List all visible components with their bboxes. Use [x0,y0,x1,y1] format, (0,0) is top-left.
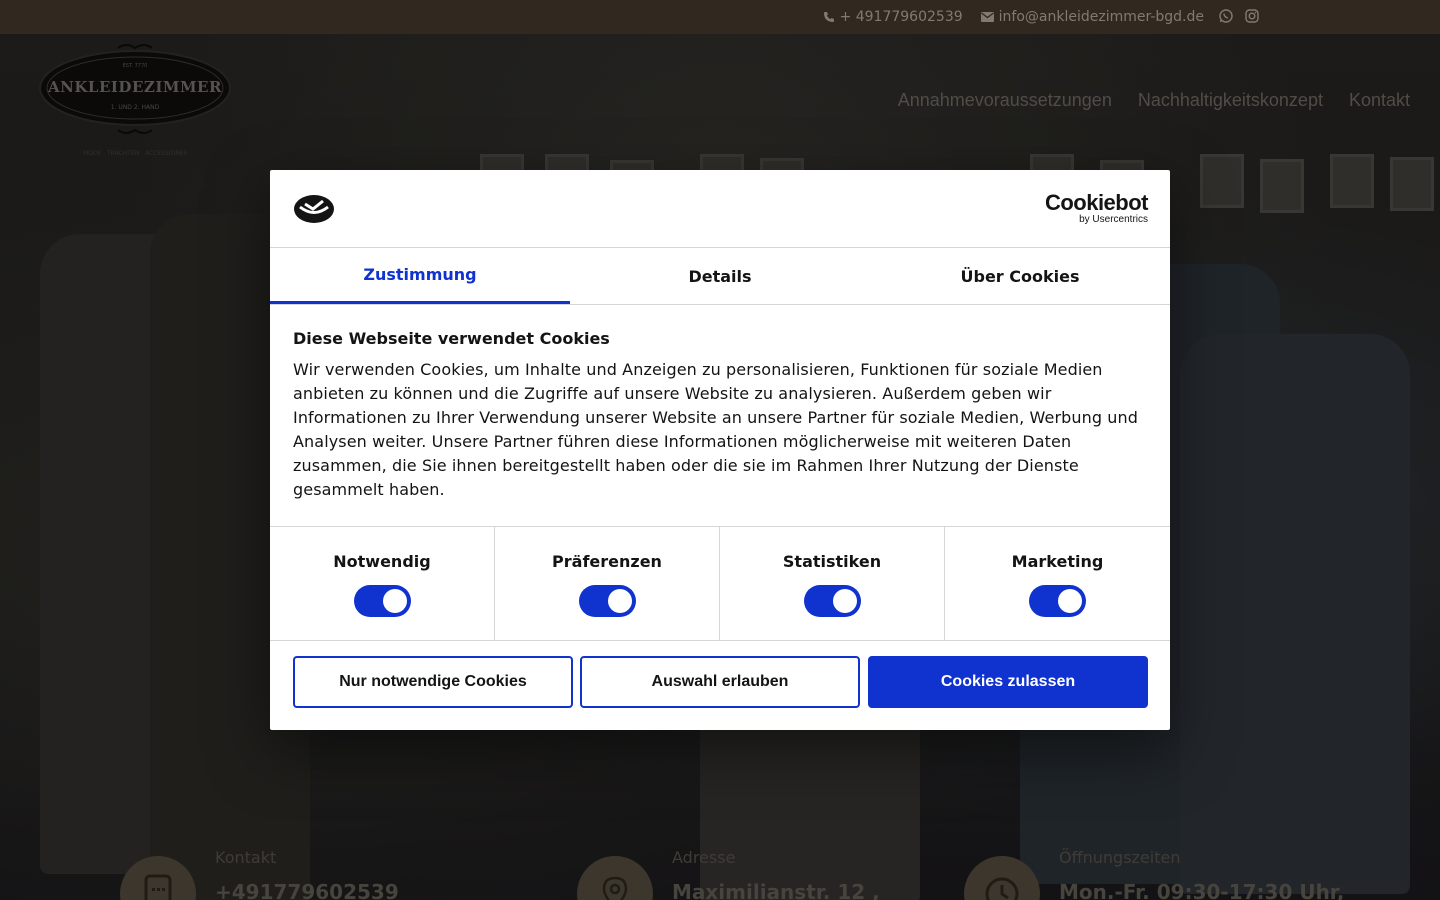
dialog-text: Wir verwenden Cookies, um Inhalte und An… [293,360,1139,499]
toggle-knob [1058,589,1082,613]
dialog-buttons: Nur notwendige Cookies Auswahl erlauben … [293,656,1148,708]
toggle-knob [608,589,632,613]
tab-details[interactable]: Details [570,248,870,304]
cookiebot-brand[interactable]: Cookiebot by Usercentrics [1044,190,1149,225]
toggle-label-statistiken: Statistiken [782,552,882,571]
toggle-marketing[interactable] [1029,585,1086,617]
toggle-column-notwendig: Notwendig [270,527,495,640]
toggle-statistiken[interactable] [804,585,861,617]
toggle-column-praeferenzen: Präferenzen [495,527,720,640]
tab-zustimmung[interactable]: Zustimmung [270,248,570,304]
toggle-label-notwendig: Notwendig [333,552,431,571]
toggle-notwendig[interactable] [354,585,411,617]
toggle-label-praeferenzen: Präferenzen [552,552,662,571]
cookie-consent-dialog: Cookiebot by Usercentrics Zustimmung Det… [270,170,1170,730]
toggle-praeferenzen[interactable] [579,585,636,617]
dialog-title: Diese Webseite verwendet Cookies [293,329,610,348]
brand-name: Cookiebot [1044,190,1149,215]
toggle-label-marketing: Marketing [1011,552,1104,571]
allow-selection-button[interactable]: Auswahl erlauben [580,656,860,708]
dialog-header: Cookiebot by Usercentrics [270,170,1170,248]
consent-toggles: Notwendig Präferenzen Statistiken Market… [270,526,1170,641]
dialog-tabs: Zustimmung Details Über Cookies [270,248,1170,305]
toggle-knob [833,589,857,613]
tab-ueber-cookies[interactable]: Über Cookies [870,248,1170,304]
toggle-column-marketing: Marketing [945,527,1170,640]
brand-sub: by Usercentrics [1079,214,1148,225]
cookie-logo-icon [294,195,334,223]
toggle-column-statistiken: Statistiken [720,527,945,640]
only-necessary-button[interactable]: Nur notwendige Cookies [293,656,573,708]
toggle-knob [383,589,407,613]
allow-all-button[interactable]: Cookies zulassen [868,656,1148,708]
